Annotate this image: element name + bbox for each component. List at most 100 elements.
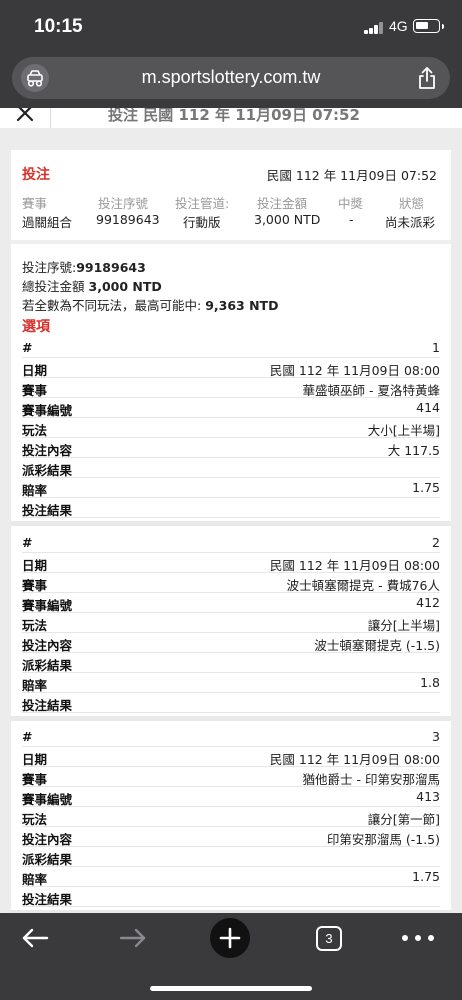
summary-header: 賽事 [22,196,48,211]
card-title: 投注 [22,167,50,183]
options-title: 選項 [22,319,50,335]
row-value: 414 [416,400,440,415]
row-value: 波士頓塞爾提克 (-1.5) [314,638,440,653]
bet-separator [11,521,451,526]
row-label: 賽事編號 [22,792,73,807]
serial-line: 投注序號:99189643 [22,257,146,276]
row-value: 2 [432,535,440,550]
bet-separator [11,716,451,721]
row-label: 賠率 [22,483,48,498]
summary-value: 過關組合 [22,215,73,230]
row-label: 賽事編號 [22,598,73,613]
row-label: 派彩結果 [22,852,73,867]
bet-row-date: 日期 民國 112 年 11月09日 08:00 [22,553,440,573]
row-value: 大 117.5 [387,443,440,458]
bet-row-odds: 賠率 1.8 [22,673,440,693]
row-label: 投注結果 [22,698,73,713]
row-label: 日期 [22,363,48,378]
amount-value: 3,000 NTD [88,279,162,294]
page-header: 投注 民國 112 年 11月09日 07:52 [0,108,462,128]
row-value: 華盛頓巫師 - 夏洛特黃蜂 [302,383,440,398]
bet-row-match: 賽事 猶他爵士 - 印第安那溜馬 [22,767,440,787]
row-label: 投注內容 [22,832,73,847]
bet-row-result: 投注結果 [22,887,440,907]
bet-row-number: #1 [22,338,440,358]
row-value: 1.8 [420,675,440,690]
bet-row-play: 玩法 大小[上半場] [22,418,440,438]
bet-row-payout: 派彩結果 [22,653,440,673]
more-options-icon[interactable] [402,935,434,943]
card-divider [11,240,451,244]
max-payout-value: 9,363 NTD [205,298,279,313]
summary-value: 行動版 [183,215,221,230]
bet-row-payout: 派彩結果 [22,458,440,478]
status-bar: 10:15 4G [0,0,462,55]
bet-row-match-id: 賽事編號 414 [22,398,440,418]
plus-icon [219,927,241,949]
url-text[interactable]: m.sportslottery.com.tw [12,67,450,88]
forward-arrow-icon[interactable] [118,927,148,949]
row-label: 賽事編號 [22,403,73,418]
summary-value: 尚未派彩 [385,215,436,230]
summary-header: 投注序號 [98,196,149,211]
row-value: 1.75 [412,480,440,495]
row-value: 1.75 [412,869,440,884]
summary-value: 99189643 [96,212,160,227]
bet-row-pick: 投注內容 印第安那溜馬 (-1.5) [22,827,440,847]
max-payout-label: 若全數為不同玩法，最高可能中: [22,298,202,313]
row-label: 投注結果 [22,503,73,518]
row-label: 投注內容 [22,443,73,458]
row-value: 3 [432,729,440,744]
back-arrow-icon[interactable] [20,927,50,949]
bet-row-number: #2 [22,533,440,553]
serial-value: 99189643 [76,260,146,275]
bet-row-result: 投注結果 [22,498,440,518]
amount-label: 總投注金額 [22,279,85,294]
bet-row-pick: 投注內容 波士頓塞爾提克 (-1.5) [22,633,440,653]
row-value: 讓分[上半場] [367,618,440,633]
row-label: 派彩結果 [22,658,73,673]
bet-row-match-id: 賽事編號 413 [22,787,440,807]
row-value: 大小[上半場] [367,423,440,438]
summary-value: - [349,212,354,227]
summary-header: 中獎 [338,196,364,211]
row-label: 玩法 [22,423,48,438]
row-label: 賽事 [22,383,48,398]
row-value: 413 [416,789,440,804]
bet-detail-card: 投注 民國 112 年 11月09日 07:52 賽事 投注序號 投注管道: 投… [11,150,451,913]
row-label: 賽事 [22,772,48,787]
share-icon[interactable] [416,66,438,90]
bet-row-odds: 賠率 1.75 [22,867,440,887]
signal-icon [364,22,384,34]
serial-label: 投注序號: [22,260,77,275]
bet-row-match: 賽事 華盛頓巫師 - 夏洛特黃蜂 [22,378,440,398]
bet-row-play: 玩法 讓分[上半場] [22,613,440,633]
bet-summary: 投注 民國 112 年 11月09日 07:52 賽事 投注序號 投注管道: 投… [11,150,451,238]
summary-header: 投注金額 [257,196,308,211]
address-bar[interactable]: m.sportslottery.com.tw [12,57,450,99]
bet-row-date: 日期 民國 112 年 11月09日 08:00 [22,747,440,767]
bet-row-match: 賽事 波士頓塞爾提克 - 費城76人 [22,573,440,593]
close-icon[interactable] [14,108,36,124]
battery-icon [413,19,444,33]
bet-row-result: 投注結果 [22,693,440,713]
browser-toolbar: 3 [0,913,462,1000]
row-value: 讓分[第一節] [367,812,440,827]
tab-switcher-button[interactable]: 3 [316,926,342,951]
bet-row-play: 玩法 讓分[第一節] [22,807,440,827]
bet-row-number: #3 [22,727,440,747]
bet-row-odds: 賠率 1.75 [22,478,440,498]
row-label: 日期 [22,558,48,573]
row-label: # [22,729,33,744]
row-label: 賠率 [22,678,48,693]
new-tab-button[interactable] [210,918,250,958]
web-page: 投注 民國 112 年 11月09日 07:52 投注 民國 112 年 11月… [0,108,462,913]
row-label: 投注內容 [22,638,73,653]
row-label: # [22,340,33,355]
page-title: 投注 民國 112 年 11月09日 07:52 [108,108,360,124]
summary-header: 投注管道: [175,196,230,211]
row-value: 波士頓塞爾提克 - 費城76人 [286,578,440,593]
network-label: 4G [389,18,408,34]
card-date: 民國 112 年 11月09日 07:52 [266,168,437,183]
row-value: 民國 112 年 11月09日 08:00 [269,752,440,767]
